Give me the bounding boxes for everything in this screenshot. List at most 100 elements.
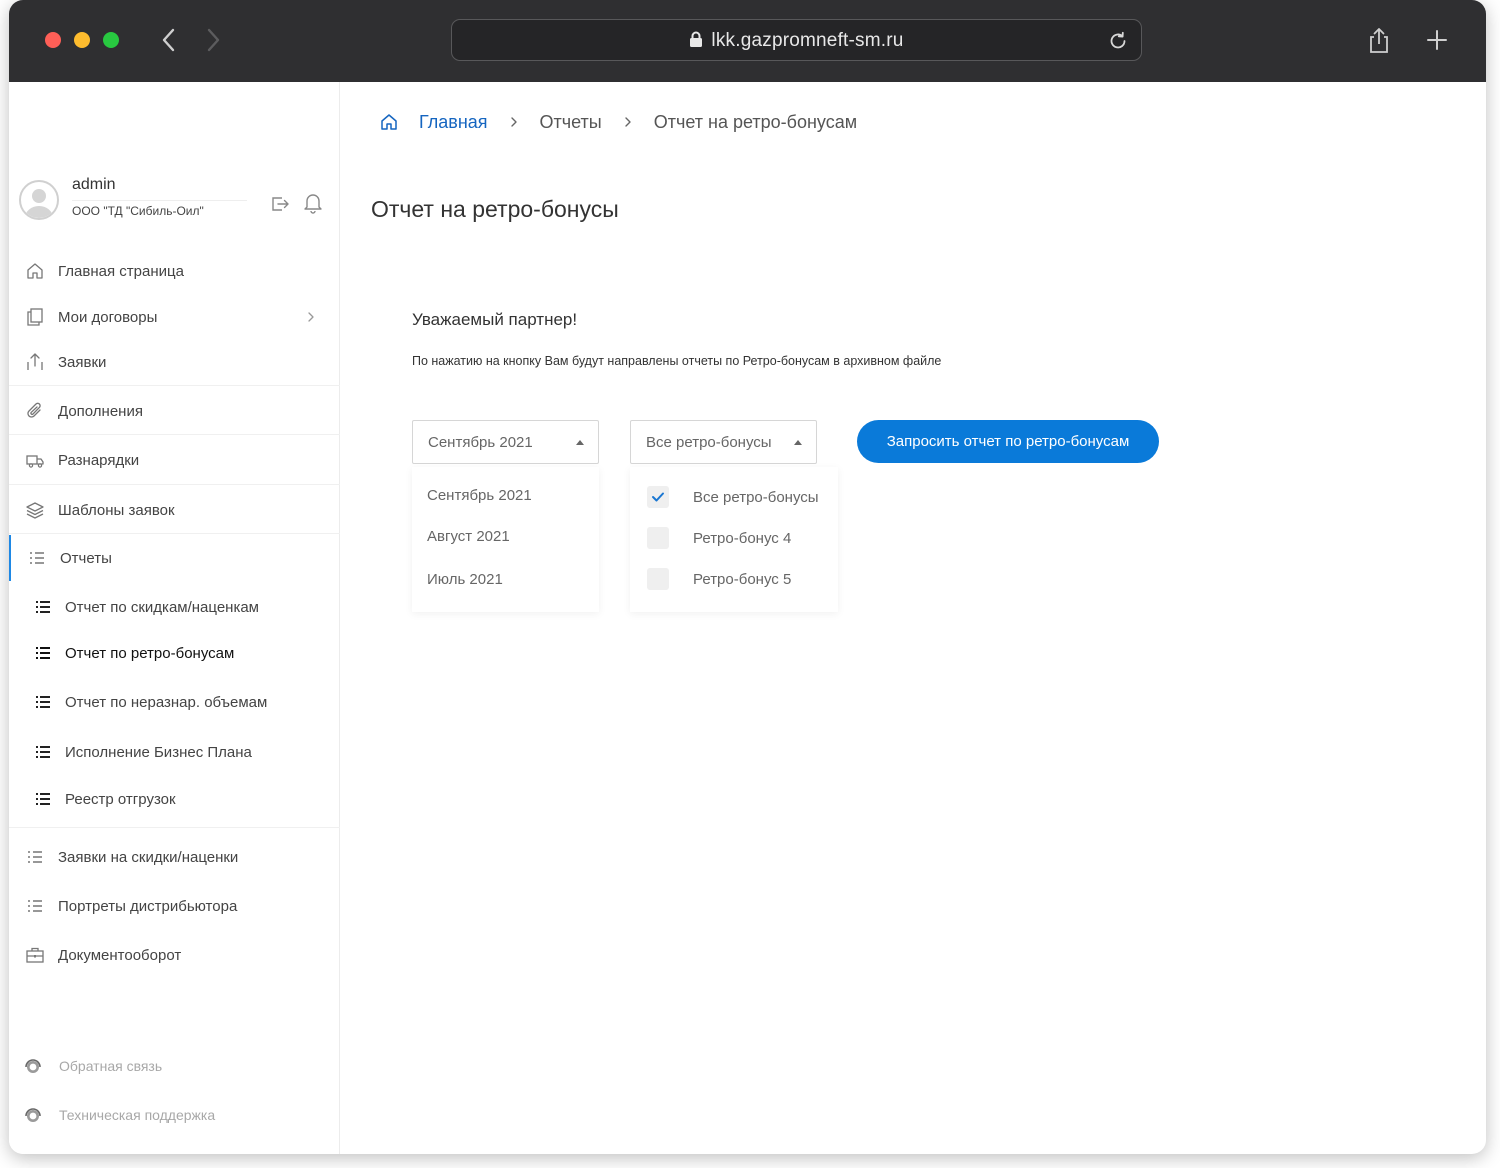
logout-button[interactable]: [270, 194, 290, 214]
sidebar-item-document-flow[interactable]: Документооборот: [9, 932, 340, 978]
address-bar[interactable]: lkk.gazpromneft-sm.ru: [451, 19, 1142, 61]
sidebar-item-label: Главная страница: [58, 262, 184, 280]
sidebar-subitem-label: Исполнение Бизнес Плана: [65, 743, 252, 761]
truck-icon: [26, 455, 44, 468]
notifications-button[interactable]: [303, 192, 323, 214]
list-icon: [28, 900, 42, 912]
logout-icon: [272, 197, 289, 211]
share-button[interactable]: [1365, 26, 1393, 54]
upload-icon: [27, 353, 43, 370]
month-dropdown: Сентябрь 2021 Август 2021 Июль 2021: [412, 467, 599, 612]
browser-window: lkk.gazpromneft-sm.ru admin ООО "ТД "Сиб…: [9, 0, 1486, 1154]
chevron-right-icon: [625, 117, 631, 127]
chevron-left-icon: [162, 28, 175, 52]
bonus-option-label[interactable]: Все ретро-бонусы: [693, 489, 819, 506]
checkbox-all-bonuses[interactable]: [647, 486, 669, 508]
bonus-dropdown: Все ретро-бонусы Ретро-бонус 4 Ретро-бон…: [630, 467, 838, 612]
new-tab-button[interactable]: [1423, 26, 1451, 54]
sidebar-item-label: Мои договоры: [58, 308, 158, 326]
caret-up-icon: [576, 440, 584, 445]
reload-icon: [1110, 31, 1126, 49]
user-divider: [72, 200, 247, 201]
reload-button[interactable]: [1107, 30, 1129, 52]
feedback-link[interactable]: Обратная связь: [23, 1054, 162, 1078]
month-select-value: Сентябрь 2021: [428, 434, 533, 451]
sidebar-subitem-shipments-registry[interactable]: Реестр отгрузок: [9, 779, 340, 819]
plus-icon: [1427, 30, 1447, 50]
sidebar-item-contracts[interactable]: Мои договоры: [9, 294, 340, 340]
footer-label: Техническая поддержка: [59, 1107, 216, 1123]
breadcrumb: Главная Отчеты Отчет на ретро-бонусам: [379, 110, 857, 134]
sidebar-item-label: Заявки: [58, 353, 107, 371]
avatar[interactable]: [19, 180, 59, 220]
forward-button[interactable]: [201, 26, 225, 54]
minimize-window-button[interactable]: [74, 32, 90, 48]
headset-icon: [25, 1059, 41, 1073]
sidebar-subitem-unallocated-report[interactable]: Отчет по неразнар. объемам: [9, 682, 340, 722]
sidebar-subitem-label: Реестр отгрузок: [65, 790, 176, 808]
bell-icon: [304, 194, 322, 214]
greeting-heading: Уважаемый партнер!: [412, 310, 578, 329]
close-window-button[interactable]: [45, 32, 61, 48]
sidebar-item-allocations[interactable]: Разнарядки: [9, 437, 340, 483]
month-option[interactable]: Июль 2021: [427, 571, 503, 588]
request-report-button[interactable]: Запросить отчет по ретро-бонусам: [857, 420, 1159, 463]
sidebar-subitem-label: Отчет по ретро-бонусам: [65, 644, 235, 662]
url-text: lkk.gazpromneft-sm.ru: [711, 30, 904, 51]
page-title: Отчет на ретро-бонусы: [371, 196, 619, 222]
bonus-option-label[interactable]: Ретро-бонус 5: [693, 571, 791, 588]
headset-icon: [25, 1108, 41, 1122]
layers-icon: [26, 502, 44, 519]
breadcrumb-current: Отчет на ретро-бонусам: [653, 111, 858, 132]
list-icon: [36, 696, 50, 708]
sidebar-item-distributor-portraits[interactable]: Портреты дистрибьютора: [9, 883, 340, 929]
list-icon: [30, 552, 44, 564]
breadcrumb-section[interactable]: Отчеты: [540, 112, 602, 133]
sidebar-item-reports[interactable]: Отчеты: [9, 535, 340, 581]
chevron-right-icon: [207, 28, 220, 52]
user-organization: ООО "ТД "Сибиль-Оил": [72, 204, 204, 218]
tech-support-link[interactable]: Техническая поддержка: [23, 1103, 215, 1127]
sidebar-subitem-label: Отчет по неразнар. объемам: [65, 693, 268, 711]
home-icon[interactable]: [379, 112, 399, 132]
month-select[interactable]: Сентябрь 2021: [412, 420, 599, 464]
bonus-select[interactable]: Все ретро-бонусы: [630, 420, 817, 464]
sidebar-item-requests[interactable]: Заявки: [9, 339, 340, 385]
user-icon: [25, 189, 53, 218]
sidebar-item-label: Отчеты: [60, 549, 112, 567]
user-panel: admin ООО "ТД "Сибиль-Оил": [19, 176, 329, 230]
sidebar-item-home[interactable]: Главная страница: [9, 248, 340, 294]
browser-toolbar: lkk.gazpromneft-sm.ru: [9, 0, 1486, 82]
month-option[interactable]: Сентябрь 2021: [427, 487, 532, 504]
list-icon: [36, 746, 50, 758]
sidebar-subitem-discounts-report[interactable]: Отчет по скидкам/наценкам: [9, 587, 340, 627]
main-content: Главная Отчеты Отчет на ретро-бонусам От…: [341, 82, 1486, 1154]
list-icon: [28, 851, 42, 863]
briefcase-icon: [26, 947, 44, 963]
divider: [9, 533, 340, 534]
checkbox-bonus-4[interactable]: [647, 527, 669, 549]
back-button[interactable]: [157, 26, 181, 54]
info-text: По нажатию на кнопку Вам будут направлен…: [412, 354, 942, 368]
list-icon: [36, 601, 50, 613]
breadcrumb-home-link[interactable]: Главная: [419, 112, 488, 133]
sidebar-subitem-label: Отчет по скидкам/наценкам: [65, 598, 259, 616]
sidebar-subitem-business-plan[interactable]: Исполнение Бизнес Плана: [9, 732, 340, 772]
chevron-right-icon: [510, 117, 517, 127]
divider: [9, 827, 340, 828]
footer-label: Обратная связь: [59, 1058, 163, 1074]
bonus-option-label[interactable]: Ретро-бонус 4: [693, 530, 791, 547]
documents-icon: [27, 308, 43, 326]
sidebar-item-additions[interactable]: Дополнения: [9, 388, 340, 434]
divider: [9, 484, 340, 485]
sidebar-item-templates[interactable]: Шаблоны заявок: [9, 487, 340, 533]
zoom-window-button[interactable]: [103, 32, 119, 48]
list-icon: [36, 647, 50, 659]
sidebar-item-label: Заявки на скидки/наценки: [58, 848, 239, 866]
sidebar-subitem-retro-bonus-report[interactable]: Отчет по ретро-бонусам: [9, 633, 340, 673]
month-option[interactable]: Август 2021: [427, 528, 510, 545]
bonus-select-value: Все ретро-бонусы: [646, 434, 772, 451]
home-icon: [27, 263, 43, 279]
checkbox-bonus-5[interactable]: [647, 568, 669, 590]
sidebar-item-discount-requests[interactable]: Заявки на скидки/наценки: [9, 834, 340, 880]
